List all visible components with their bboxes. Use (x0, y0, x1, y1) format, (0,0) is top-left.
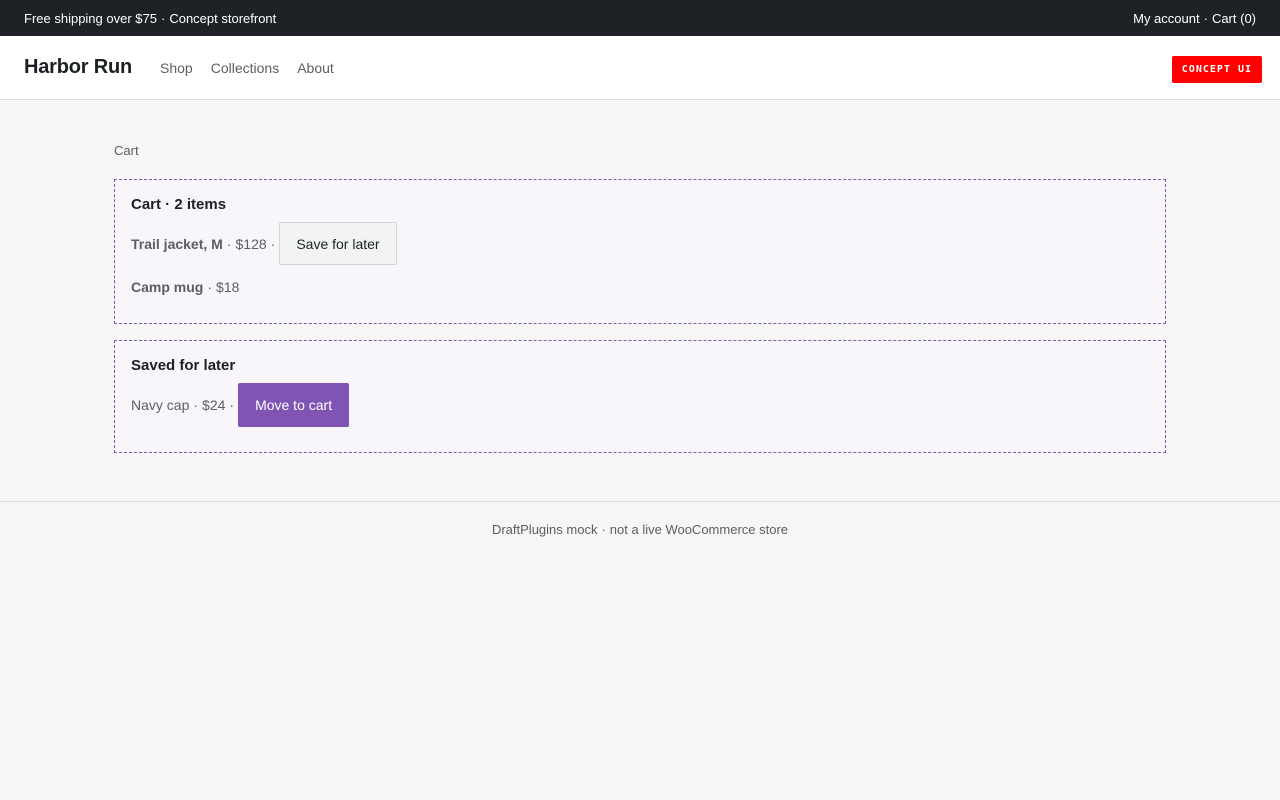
account-links-separator: · (1203, 10, 1208, 26)
cart-item: Trail jacket, M · $128 · Save for later (131, 222, 1149, 265)
nav-item-about[interactable]: About (297, 60, 334, 76)
nav-item-shop[interactable]: Shop (160, 60, 193, 76)
cart-link[interactable]: Cart (0) (1212, 11, 1256, 26)
site-header: Harbor Run Shop Collections About CONCEP… (0, 36, 1280, 100)
footer-text-left: DraftPlugins mock (491, 522, 598, 537)
saved-item-price: $24 (202, 397, 226, 413)
promo-separator: · (160, 10, 166, 26)
cart-panel: Cart · 2 items Trail jacket, M · $128 · … (114, 179, 1166, 324)
separator: · (207, 278, 213, 295)
saved-for-later-panel: Saved for later Navy cap · $24 · Move to… (114, 340, 1166, 453)
main-content: Cart Cart · 2 items Trail jacket, M · $1… (0, 100, 1280, 453)
saved-item-name: Navy cap (131, 397, 190, 413)
concept-ui-badge: CONCEPT UI (1171, 56, 1262, 83)
nav-item-collections[interactable]: Collections (211, 60, 279, 76)
footer-separator: · (601, 522, 606, 537)
save-for-later-button[interactable]: Save for later (279, 222, 397, 265)
separator: · (229, 397, 235, 413)
cart-item-name: Camp mug (131, 278, 204, 295)
promo-text: Free shipping over $75 · Concept storefron… (24, 11, 276, 26)
account-links: My account · Cart (0) (1133, 11, 1256, 26)
saved-item: Navy cap · $24 · Move to cart (131, 383, 1149, 427)
my-account-link[interactable]: My account (1133, 11, 1199, 26)
move-to-cart-button[interactable]: Move to cart (238, 383, 350, 427)
breadcrumb: Cart (114, 143, 139, 158)
promo-tag: Concept storefront (169, 10, 277, 26)
promo-message: Free shipping over $75 (24, 10, 157, 26)
cart-item-price: $128 (235, 235, 267, 252)
brand-logo[interactable]: Harbor Run (24, 56, 132, 79)
cart-title: Cart · 2 items (131, 196, 227, 213)
announcement-bar: Free shipping over $75 · Concept storefron… (0, 0, 1280, 36)
footer-text-right: not a live WooCommerce store (609, 522, 789, 537)
saved-title: Saved for later (131, 357, 236, 374)
cart-item: Camp mug · $18 (131, 265, 1149, 308)
site-footer: DraftPlugins mock · not a live WooCommerce… (0, 501, 1280, 537)
main-nav: Shop Collections About (160, 60, 334, 76)
separator: · (226, 235, 232, 252)
cart-item-price: $18 (216, 278, 240, 295)
separator: · (270, 235, 276, 252)
separator: · (193, 397, 199, 413)
cart-item-name: Trail jacket, M (131, 235, 223, 252)
